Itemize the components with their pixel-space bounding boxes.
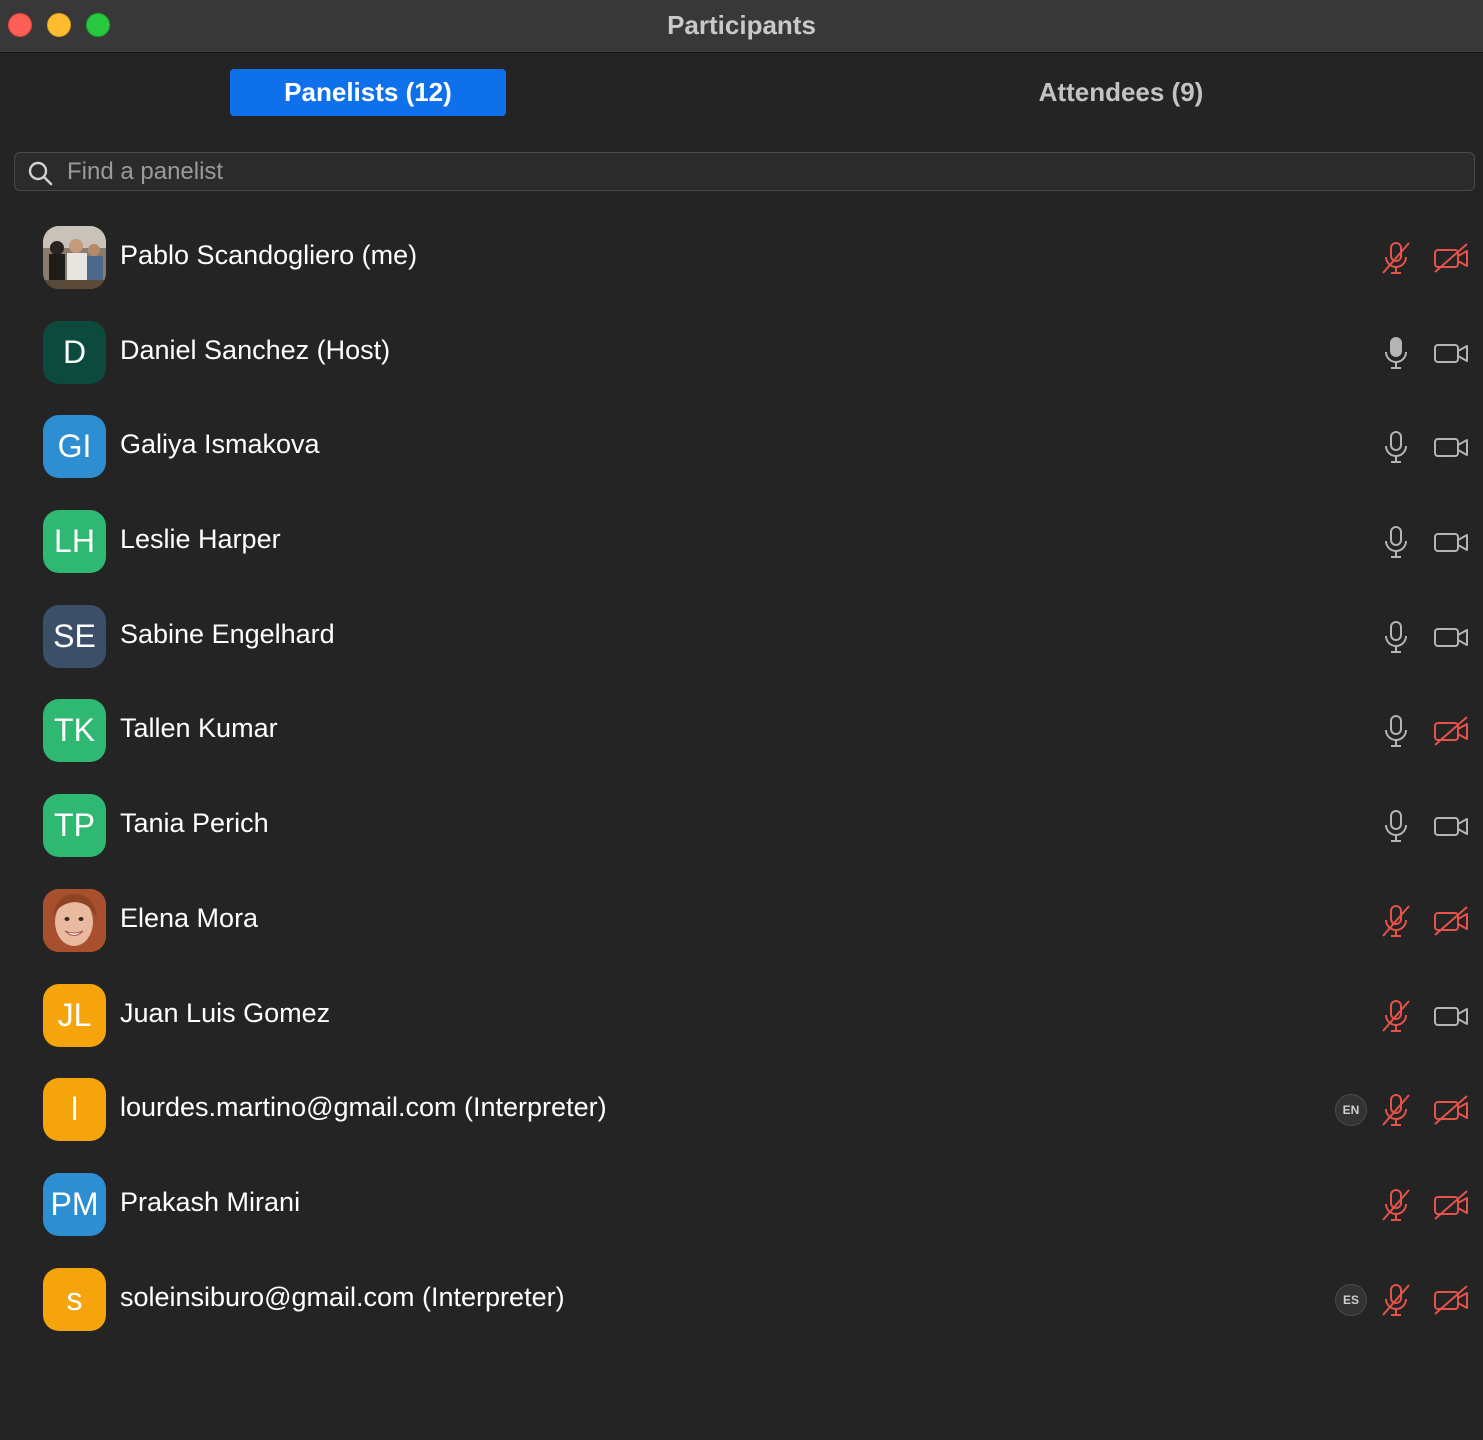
participant-row[interactable]: Elena Mora: [0, 873, 1483, 968]
video-off-icon[interactable]: [1432, 1282, 1470, 1318]
avatar-initials: TK: [43, 699, 106, 763]
mic-icon[interactable]: [1378, 808, 1414, 844]
title-bar: Participants: [0, 0, 1483, 53]
participant-row[interactable]: s soleinsiburo@gmail.com (Interpreter) ES: [0, 1252, 1483, 1347]
video-off-icon[interactable]: [1432, 1092, 1470, 1128]
participant-name: Pablo Scandogliero (me): [120, 240, 418, 270]
participant-row[interactable]: l lourdes.martino@gmail.com (Interpreter)…: [0, 1062, 1483, 1157]
participant-name: Juan Luis Gomez: [120, 997, 331, 1028]
mic-icon[interactable]: [1378, 713, 1414, 749]
mic-muted-icon[interactable]: [1378, 1092, 1414, 1128]
avatar-initials: PM: [43, 1172, 106, 1236]
participant-name: lourdes.martino@gmail.com (Interpreter): [120, 1092, 607, 1123]
video-off-icon[interactable]: [1432, 713, 1470, 749]
avatar-initials: l: [43, 1078, 106, 1142]
participant-name: Tallen Kumar: [120, 713, 278, 744]
video-off-icon[interactable]: [1432, 240, 1470, 276]
participant-name: Prakash Mirani: [120, 1186, 301, 1217]
avatar-initials: s: [43, 1267, 106, 1331]
mic-icon[interactable]: [1378, 429, 1414, 465]
search-box: [14, 152, 1475, 191]
mic-icon[interactable]: [1378, 619, 1414, 655]
search-input[interactable]: [67, 153, 1457, 190]
search-icon: [28, 161, 53, 186]
participant-row[interactable]: PM Prakash Mirani: [0, 1157, 1483, 1252]
mic-icon[interactable]: [1378, 335, 1414, 371]
video-icon[interactable]: [1432, 808, 1470, 844]
video-off-icon[interactable]: [1432, 903, 1470, 939]
participant-row[interactable]: TP Tania Perich: [0, 778, 1483, 873]
mic-muted-icon[interactable]: [1378, 1187, 1414, 1223]
avatar-photo: [43, 888, 106, 952]
avatar-initials: GI: [43, 415, 106, 479]
participant-name: Tania Perich: [120, 808, 269, 839]
participant-row[interactable]: LH Leslie Harper: [0, 494, 1483, 589]
participant-name: soleinsiburo@gmail.com (Interpreter): [120, 1281, 565, 1312]
video-off-icon[interactable]: [1432, 1187, 1470, 1223]
participant-list: Pablo Scandogliero (me) D Daniel Sanchez (…: [0, 210, 1483, 1346]
tab-attendees[interactable]: Attendees (9): [985, 69, 1257, 116]
participant-row[interactable]: Pablo Scandogliero (me): [0, 210, 1483, 305]
participant-row[interactable]: TK Tallen Kumar: [0, 683, 1483, 778]
avatar-photo: [43, 226, 106, 289]
avatar-initials: SE: [43, 604, 106, 668]
participant-row[interactable]: SE Sabine Engelhard: [0, 589, 1483, 684]
tab-panelists[interactable]: Panelists (12): [230, 69, 506, 116]
avatar-initials: TP: [43, 794, 106, 858]
language-badge: EN: [1335, 1094, 1367, 1127]
video-icon[interactable]: [1432, 998, 1470, 1034]
mic-muted-icon[interactable]: [1378, 240, 1414, 276]
participant-name: Galiya Ismakova: [120, 429, 320, 460]
avatar-initials: D: [43, 320, 106, 384]
participant-row[interactable]: JL Juan Luis Gomez: [0, 968, 1483, 1063]
video-icon[interactable]: [1432, 524, 1470, 560]
language-badge: ES: [1335, 1283, 1367, 1316]
window-title: Participants: [667, 10, 816, 40]
participant-name: Daniel Sanchez (Host): [120, 334, 391, 365]
video-icon[interactable]: [1432, 429, 1470, 465]
participant-row[interactable]: GI Galiya Ismakova: [0, 399, 1483, 494]
video-icon[interactable]: [1432, 335, 1470, 371]
video-icon[interactable]: [1432, 619, 1470, 655]
mic-icon[interactable]: [1378, 524, 1414, 560]
mic-muted-icon[interactable]: [1378, 1282, 1414, 1318]
participant-row[interactable]: D Daniel Sanchez (Host): [0, 305, 1483, 400]
participant-name: Sabine Engelhard: [120, 618, 335, 649]
participant-name: Leslie Harper: [120, 524, 281, 555]
avatar-initials: LH: [43, 510, 106, 574]
mic-muted-icon[interactable]: [1378, 903, 1414, 939]
avatar-initials: JL: [43, 983, 106, 1047]
participant-name: Elena Mora: [120, 902, 259, 933]
mic-muted-icon[interactable]: [1378, 998, 1414, 1034]
